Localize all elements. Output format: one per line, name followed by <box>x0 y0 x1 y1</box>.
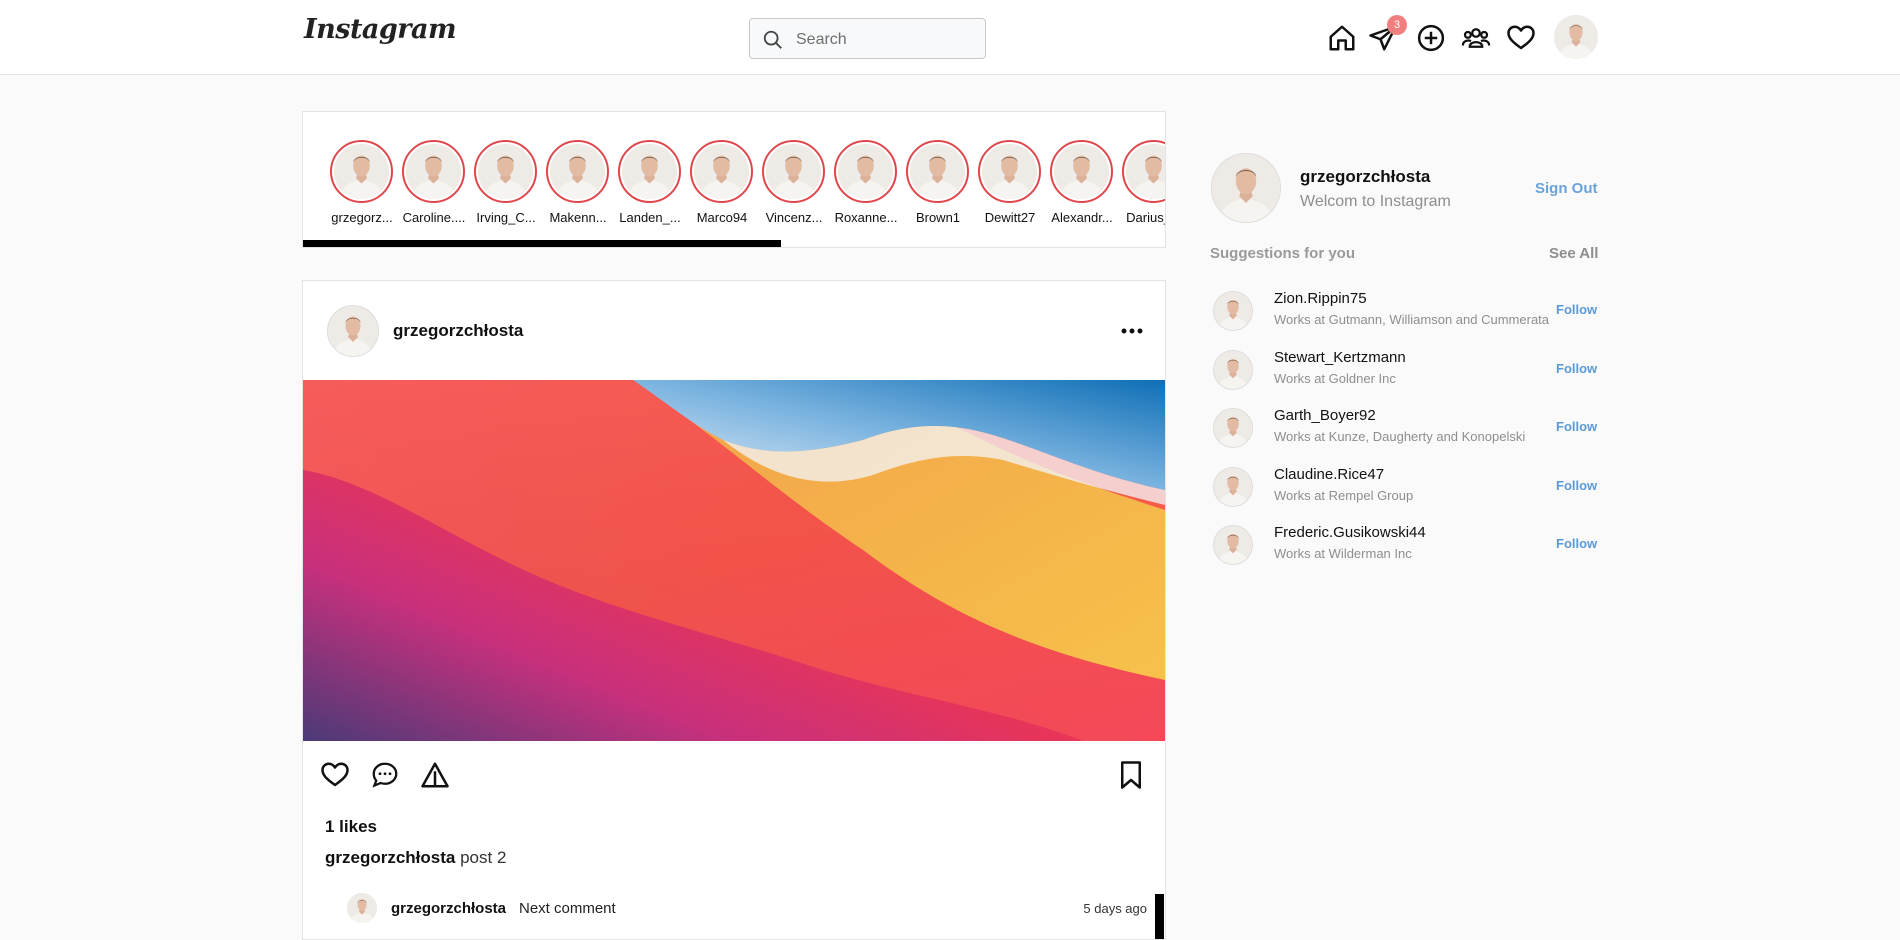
comment-text: Next comment <box>519 900 616 917</box>
story-avatar <box>982 144 1037 199</box>
current-user-avatar[interactable] <box>1211 153 1281 223</box>
suggestion-name[interactable]: Garth_Boyer92 <box>1274 407 1376 424</box>
post-image[interactable] <box>303 380 1165 741</box>
caption-author[interactable]: grzegorzchłosta <box>325 848 455 867</box>
comment-time: 5 days ago <box>1083 901 1147 916</box>
story-name: Makenn... <box>549 210 607 225</box>
more-options-icon[interactable] <box>1117 321 1147 341</box>
top-bar: Instagram 3 <box>0 0 1900 75</box>
stories-scrollbar[interactable] <box>303 240 781 247</box>
search-box[interactable] <box>749 18 986 59</box>
suggestion-avatar[interactable] <box>1213 408 1253 448</box>
story-name: Dewitt27 <box>984 210 1036 225</box>
story-avatar <box>478 144 533 199</box>
story-avatar <box>838 144 893 199</box>
comment-icon[interactable] <box>370 760 400 790</box>
comment-row: grzegorzchłosta Next comment 5 days ago <box>347 893 1147 925</box>
see-all-link[interactable]: See All <box>1549 245 1598 262</box>
suggestion-avatar[interactable] <box>1213 350 1253 390</box>
post-caption: grzegorzchłosta post 2 <box>325 848 506 868</box>
suggestion-work: Works at Gutmann, Williamson and Cummera… <box>1274 312 1550 327</box>
profile-avatar[interactable] <box>1554 15 1598 59</box>
comment-avatar[interactable] <box>347 893 377 923</box>
caption-text: post 2 <box>460 848 507 867</box>
suggestion-item: Zion.Rippin75 Works at Gutmann, Williams… <box>1210 288 1600 334</box>
story-name: Vincenz... <box>765 210 823 225</box>
suggestion-item: Claudine.Rice47 Works at Rempel Group Fo… <box>1210 464 1600 510</box>
current-user-name[interactable]: grzegorzchłosta <box>1300 167 1430 187</box>
bookmark-icon[interactable] <box>1116 760 1146 790</box>
welcome-text: Welcom to Instagram <box>1300 193 1451 210</box>
suggestion-name[interactable]: Stewart_Kertzmann <box>1274 349 1406 366</box>
suggestion-work: Works at Goldner Inc <box>1274 371 1396 386</box>
follow-button[interactable]: Follow <box>1556 536 1597 551</box>
heart-icon[interactable] <box>1506 23 1536 53</box>
story-avatar <box>694 144 749 199</box>
story-name: Alexandr... <box>1051 210 1113 225</box>
follow-button[interactable]: Follow <box>1556 419 1597 434</box>
suggestion-avatar[interactable] <box>1213 291 1253 331</box>
post-card: grzegorzchłosta 1 likes grzegorzchłosta … <box>302 280 1166 940</box>
story-avatar <box>334 144 389 199</box>
story-name: Roxanne... <box>834 210 898 225</box>
story-avatar <box>406 144 461 199</box>
story-avatar <box>1126 144 1165 199</box>
story-avatar <box>1054 144 1109 199</box>
story-avatar <box>910 144 965 199</box>
messages-badge: 3 <box>1387 15 1407 35</box>
suggestion-avatar[interactable] <box>1213 467 1253 507</box>
suggestion-item: Garth_Boyer92 Works at Kunze, Daugherty … <box>1210 405 1600 451</box>
story-name: Caroline.... <box>402 210 466 225</box>
post-author-avatar[interactable] <box>327 305 379 357</box>
sign-out-button[interactable]: Sign Out <box>1535 180 1598 197</box>
suggestion-item: Stewart_Kertzmann Works at Goldner Inc F… <box>1210 347 1600 393</box>
instagram-logo[interactable]: Instagram <box>304 14 457 45</box>
follow-button[interactable]: Follow <box>1556 302 1597 317</box>
suggestion-work: Works at Kunze, Daugherty and Konopelski <box>1274 429 1526 444</box>
story-name: Marco94 <box>696 210 748 225</box>
suggestion-name[interactable]: Frederic.Gusikowski44 <box>1274 524 1426 541</box>
suggestions-title: Suggestions for you <box>1210 245 1356 262</box>
follow-button[interactable]: Follow <box>1556 478 1597 493</box>
story-name: grzegorz... <box>331 210 393 225</box>
comments-scrollbar[interactable] <box>1155 894 1164 939</box>
home-icon[interactable] <box>1327 23 1357 53</box>
likes-count: 1 likes <box>325 817 377 836</box>
comment-author[interactable]: grzegorzchłosta <box>391 900 506 917</box>
people-icon[interactable] <box>1461 23 1491 53</box>
stories-bar: grzegorz... Caroline.... Irving_C... Mak… <box>302 111 1166 248</box>
post-author-name[interactable]: grzegorzchłosta <box>393 321 523 341</box>
suggestion-work: Works at Wilderman Inc <box>1274 546 1412 561</box>
story-name: Brown1 <box>915 210 961 225</box>
story-avatar <box>766 144 821 199</box>
story-name: Irving_C... <box>476 210 536 225</box>
story-name: Darius_... <box>1126 210 1165 225</box>
report-icon[interactable] <box>420 760 450 790</box>
like-icon[interactable] <box>320 760 350 790</box>
story-avatar <box>550 144 605 199</box>
suggestion-name[interactable]: Claudine.Rice47 <box>1274 466 1384 483</box>
story-avatar <box>622 144 677 199</box>
suggestion-avatar[interactable] <box>1213 525 1253 565</box>
new-post-icon[interactable] <box>1416 23 1446 53</box>
suggestion-work: Works at Rempel Group <box>1274 488 1414 503</box>
search-input[interactable] <box>794 27 978 53</box>
suggestion-item: Frederic.Gusikowski44 Works at Wilderman… <box>1210 522 1600 568</box>
suggestion-name[interactable]: Zion.Rippin75 <box>1274 290 1367 307</box>
search-icon <box>763 30 782 49</box>
story-name: Landen_... <box>619 210 681 225</box>
follow-button[interactable]: Follow <box>1556 361 1597 376</box>
